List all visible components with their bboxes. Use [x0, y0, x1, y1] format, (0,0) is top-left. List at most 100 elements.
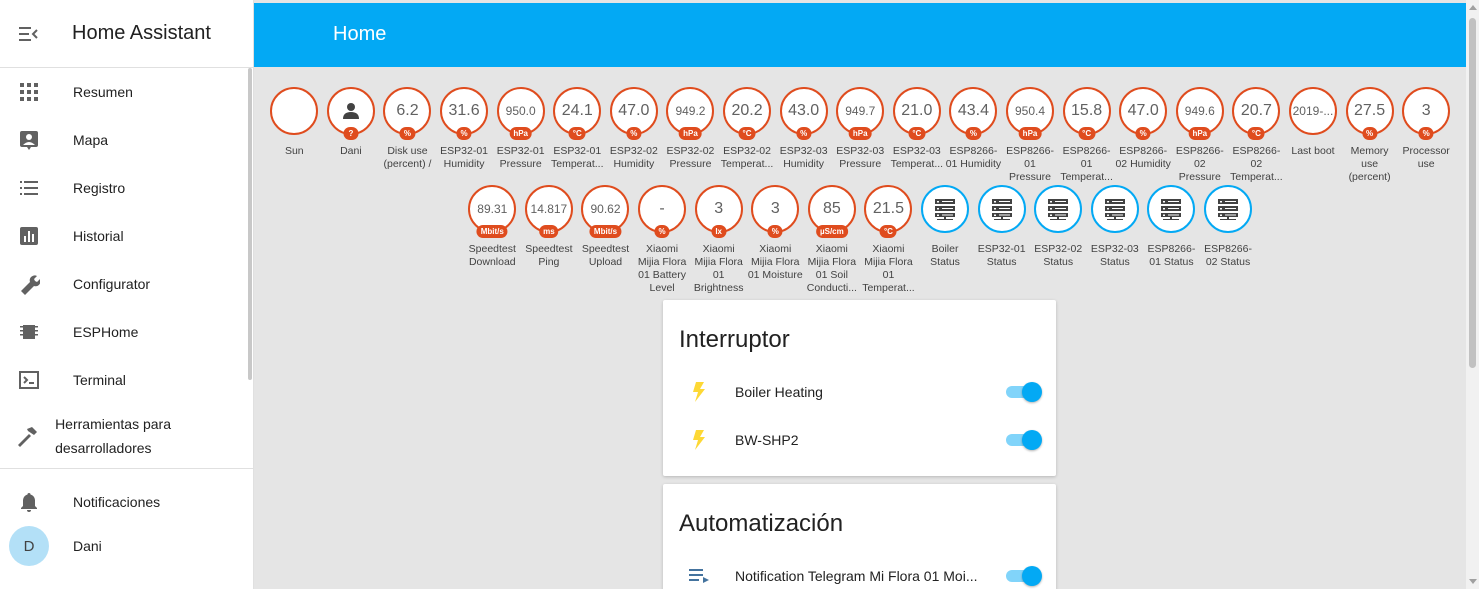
- sidebar-item-mapa[interactable]: Mapa: [0, 116, 253, 164]
- menu-toggle-button[interactable]: [0, 0, 58, 68]
- state-badge[interactable]: ESP8266-01 Status: [1143, 185, 1200, 295]
- switch-card: Interruptor Boiler Heating BW-SHP2: [663, 300, 1056, 476]
- state-badge[interactable]: 949.2 hPa ESP32-02 Pressure: [662, 87, 719, 184]
- terminal-icon: [0, 371, 58, 389]
- badge-label: ESP32-01 Pressure: [496, 145, 545, 170]
- state-badge[interactable]: -% Xiaomi Mijia Flora 01 Battery Level: [634, 185, 691, 295]
- scroll-thumb[interactable]: [1469, 18, 1476, 368]
- sidebar-item-esphome[interactable]: ESPHome: [0, 308, 253, 356]
- state-badge[interactable]: ESP32-01 Status: [973, 185, 1030, 295]
- state-badge[interactable]: ESP32-03 Status: [1087, 185, 1144, 295]
- sidebar-scrollbar[interactable]: [248, 68, 252, 380]
- state-badge[interactable]: 3 lx Xiaomi Mijia Flora 01 Brightness: [690, 185, 747, 295]
- badge-unit: ?: [343, 127, 359, 140]
- state-badge[interactable]: 20.7 °C ESP8266-02 Temperat...: [1228, 87, 1285, 184]
- state-badge[interactable]: 43.0% ESP32-03 Humidity: [775, 87, 832, 184]
- state-badge[interactable]: 27.5% Memory use (percent): [1341, 87, 1398, 184]
- state-badge[interactable]: 21.5 °C Xiaomi Mijia Flora 01 Temperat...: [860, 185, 917, 295]
- state-badge[interactable]: 24.1 °C ESP32-01 Temperat...: [549, 87, 606, 184]
- page-scrollbar[interactable]: [1466, 0, 1479, 589]
- state-badge[interactable]: Sun: [266, 87, 323, 184]
- sidebar-item-registro[interactable]: Registro: [0, 164, 253, 212]
- sidebar-item-resumen[interactable]: Resumen: [0, 68, 253, 116]
- state-badge[interactable]: 2019-... Last boot: [1285, 87, 1342, 184]
- state-badge[interactable]: 89.31 Mbit/s Speedtest Download: [464, 185, 521, 295]
- bell-icon: [0, 492, 58, 512]
- state-badge[interactable]: 31.6% ESP32-01 Humidity: [436, 87, 493, 184]
- state-badge[interactable]: 20.2 °C ESP32-02 Temperat...: [719, 87, 776, 184]
- badge-circle: 950.4 hPa: [1006, 87, 1055, 140]
- badge-unit: %: [654, 225, 670, 238]
- sidebar-item-user[interactable]: D Dani: [0, 522, 253, 570]
- badge-label: ESP8266-01 Pressure: [1006, 145, 1054, 183]
- badge-value: 21.5: [872, 200, 905, 217]
- boiler-heating-toggle[interactable]: [1004, 382, 1042, 402]
- badge-value: 47.0: [1127, 102, 1159, 119]
- state-badge[interactable]: 950.0 hPa ESP32-01 Pressure: [492, 87, 549, 184]
- bw-shp2-toggle[interactable]: [1004, 430, 1042, 450]
- flash-icon: [663, 430, 735, 450]
- state-badge[interactable]: 950.4 hPa ESP8266-01 Pressure: [1002, 87, 1059, 184]
- state-badge[interactable]: 90.62 Mbit/s Speedtest Upload: [577, 185, 634, 295]
- sidebar-item-herramientas[interactable]: Herramientas para desarrolladores: [0, 404, 253, 468]
- badge-label: ESP32-03 Pressure: [836, 145, 885, 170]
- badge-unit: hPa: [1188, 127, 1212, 140]
- automation-toggle[interactable]: [1004, 566, 1042, 586]
- state-badge[interactable]: 43.4% ESP8266-01 Humidity: [945, 87, 1002, 184]
- state-badge[interactable]: ESP32-02 Status: [1030, 185, 1087, 295]
- badge-circle: [270, 87, 319, 135]
- badge-value: 90.62: [590, 202, 621, 216]
- badge-label: ESP8266-02 Status: [1204, 243, 1252, 268]
- badge-circle: 2019-...: [1288, 87, 1337, 135]
- state-badge[interactable]: 85 µS/cm Xiaomi Mijia Flora 01 Soil Conduc…: [804, 185, 861, 295]
- sidebar-item-configurator[interactable]: Configurator: [0, 260, 253, 308]
- state-badge[interactable]: 3% Xiaomi Mijia Flora 01 Moisture: [747, 185, 804, 295]
- badge-value: 6.2: [396, 102, 419, 119]
- badge-circle: 43.0%: [779, 87, 828, 140]
- state-badge[interactable]: 47.0% ESP8266-02 Humidity: [1115, 87, 1172, 184]
- sidebar-item-label: Registro: [73, 180, 126, 196]
- entity-name[interactable]: Notification Telegram Mi Flora 01 Moi...: [735, 568, 978, 584]
- server-icon: [1048, 199, 1069, 220]
- server-icon: [1104, 199, 1125, 220]
- badge-label: ESP8266-01 Status: [1147, 243, 1196, 268]
- badge-unit: hPa: [509, 127, 533, 140]
- state-badge[interactable]: 47.0% ESP32-02 Humidity: [606, 87, 663, 184]
- avatar: D: [9, 526, 49, 566]
- scroll-up-arrow-icon[interactable]: [1469, 5, 1477, 10]
- badge-row-2: 89.31 Mbit/s Speedtest Download 14.817 ms Spe…: [464, 185, 1256, 295]
- state-badge[interactable]: 14.817 ms Speedtest Ping: [521, 185, 578, 295]
- badge-value: 21.0: [901, 102, 933, 119]
- badge-circle: [1090, 185, 1139, 233]
- state-badge[interactable]: Boiler Status: [917, 185, 974, 295]
- badge-value: 949.6: [1184, 104, 1215, 118]
- sidebar-item-historial[interactable]: Historial: [0, 212, 253, 260]
- badge-circle: 24.1 °C: [553, 87, 602, 140]
- state-badge[interactable]: ? Dani: [323, 87, 380, 184]
- badge-circle: 27.5%: [1345, 87, 1394, 140]
- badge-value: 2019-...: [1292, 104, 1334, 118]
- sidebar: Home Assistant Resumen Mapa Registro His…: [0, 0, 254, 589]
- badge-value: 14.817: [530, 202, 568, 216]
- state-badge[interactable]: 949.7 hPa ESP32-03 Pressure: [832, 87, 889, 184]
- entity-name[interactable]: BW-SHP2: [735, 432, 799, 448]
- sidebar-header: Home Assistant: [0, 0, 253, 68]
- state-badge[interactable]: 6.2% Disk use (percent) /: [379, 87, 436, 184]
- state-badge[interactable]: 15.8 °C ESP8266-01 Temperat...: [1058, 87, 1115, 184]
- badge-circle: 949.7 hPa: [836, 87, 885, 140]
- state-badge[interactable]: 21.0 °C ESP32-03 Temperat...: [889, 87, 946, 184]
- sidebar-item-label: Mapa: [73, 132, 109, 148]
- badge-unit: %: [626, 127, 642, 140]
- grid-icon: [0, 83, 58, 101]
- state-badge[interactable]: ESP8266-02 Status: [1200, 185, 1257, 295]
- badge-label: ESP32-03 Status: [1090, 243, 1139, 268]
- entity-name[interactable]: Boiler Heating: [735, 384, 823, 400]
- badge-circle: 47.0%: [1119, 87, 1168, 140]
- badge-label: ESP32-03 Temperat...: [890, 145, 944, 170]
- sidebar-item-notificaciones[interactable]: Notificaciones: [0, 478, 253, 526]
- state-badge[interactable]: 949.6 hPa ESP8266-02 Pressure: [1172, 87, 1229, 184]
- sidebar-item-terminal[interactable]: Terminal: [0, 356, 253, 404]
- state-badge[interactable]: 3% Processor use: [1398, 87, 1455, 184]
- scroll-down-arrow-icon[interactable]: [1469, 579, 1477, 584]
- badge-label: ESP32-02 Status: [1034, 243, 1083, 268]
